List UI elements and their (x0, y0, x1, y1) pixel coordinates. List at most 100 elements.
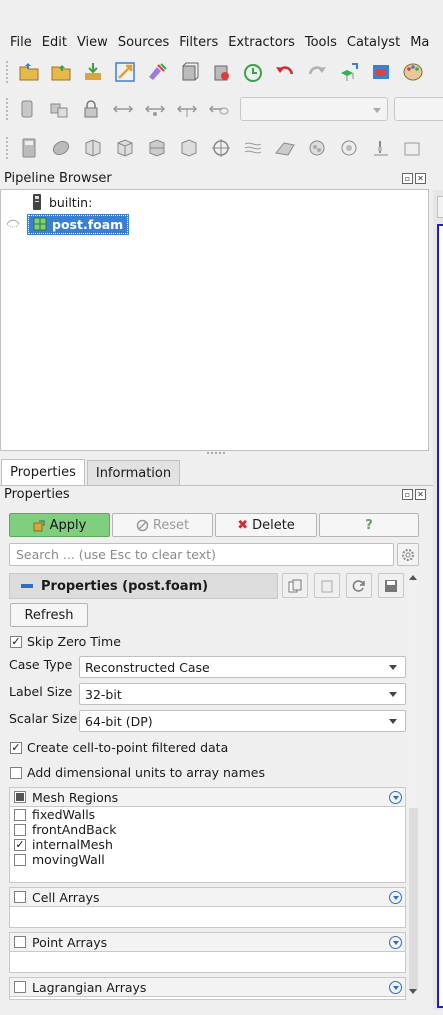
point-arrays-checkbox[interactable] (14, 936, 26, 948)
expand-icon[interactable] (389, 790, 402, 804)
scroll-up-icon[interactable] (409, 575, 417, 580)
toolbar-grip[interactable] (6, 137, 10, 159)
fixed-walls-checkbox[interactable] (14, 808, 26, 821)
close-icon[interactable]: ✕ (415, 173, 426, 184)
dimensional-units-checkbox[interactable] (10, 766, 22, 779)
cell-to-point-checkbox[interactable]: ✓ (10, 741, 22, 754)
screenshot-icon[interactable] (368, 59, 394, 85)
expand-icon[interactable] (389, 980, 402, 994)
redo-icon[interactable] (304, 59, 330, 85)
macro-icon[interactable] (176, 59, 202, 85)
cylinder-icon[interactable] (14, 96, 40, 122)
point-arrays-header[interactable]: Point Arrays (9, 932, 406, 952)
reset-camera-icon[interactable] (336, 59, 362, 85)
warp-icon[interactable] (272, 135, 298, 161)
advanced-settings-button[interactable] (397, 543, 419, 566)
cell-arrays-header[interactable]: Cell Arrays (9, 887, 406, 907)
extract-icon[interactable] (176, 135, 202, 161)
scrollbar-thumb[interactable] (409, 808, 418, 991)
probe-icon[interactable] (368, 135, 394, 161)
lagrangian-arrays-header[interactable]: Lagrangian Arrays (9, 977, 406, 997)
mesh-regions-partial-checkbox[interactable] (14, 791, 26, 803)
cell-arrays-checkbox[interactable] (14, 891, 26, 903)
case-type-select[interactable]: Reconstructed Case (79, 656, 406, 678)
lock-icon[interactable] (78, 96, 104, 122)
menu-view[interactable]: View (73, 35, 112, 50)
float-icon[interactable]: ▫ (402, 489, 413, 500)
tab-properties[interactable]: Properties (1, 459, 85, 485)
representation-select[interactable] (240, 97, 388, 121)
expand-icon[interactable] (389, 935, 402, 949)
restore-defaults-button[interactable] (346, 573, 372, 598)
eye-visibility-icon[interactable] (6, 219, 20, 229)
apply-button[interactable]: Apply (9, 513, 110, 537)
menu-edit[interactable]: Edit (38, 35, 71, 50)
list-item[interactable]: ✓ internalMesh (10, 837, 405, 852)
menu-catalyst[interactable]: Catalyst (343, 35, 404, 50)
label-size-select[interactable]: 32-bit (79, 683, 406, 705)
scalar-size-select[interactable]: 64-bit (DP) (79, 710, 406, 732)
coloring-select[interactable] (394, 97, 443, 121)
delete-macro-icon[interactable] (208, 59, 234, 85)
menu-tools[interactable]: Tools (301, 35, 341, 50)
skip-zero-time-checkbox[interactable]: ✓ (10, 635, 22, 648)
list-item[interactable]: movingWall (10, 852, 405, 867)
tree-item-post-foam[interactable]: post.foam (6, 213, 130, 235)
refresh-button[interactable]: Refresh (10, 603, 88, 627)
skip-zero-time-row[interactable]: ✓ Skip Zero Time (10, 634, 121, 649)
arrow-z-icon[interactable] (174, 96, 200, 122)
moving-wall-checkbox[interactable] (14, 853, 26, 866)
tree-item-builtin[interactable]: builtin: (31, 192, 92, 212)
arrow-x-icon[interactable] (110, 96, 136, 122)
delete-button[interactable]: ✖ Delete (215, 513, 317, 537)
front-and-back-checkbox[interactable] (14, 823, 26, 836)
menu-sources[interactable]: Sources (114, 35, 173, 50)
mesh-regions-header[interactable]: Mesh Regions (9, 787, 406, 807)
threshold-icon[interactable] (144, 135, 170, 161)
palette-icon[interactable] (400, 59, 426, 85)
clip-icon[interactable] (80, 135, 106, 161)
calculator-icon[interactable] (16, 135, 42, 161)
menu-file[interactable]: File (6, 35, 36, 50)
menu-extractors[interactable]: Extractors (224, 35, 299, 50)
list-item[interactable]: frontAndBack (10, 822, 405, 837)
load-state-icon[interactable] (48, 59, 74, 85)
render-view-frame[interactable] (437, 224, 443, 1008)
open-folder-icon[interactable] (16, 59, 42, 85)
save-data-icon[interactable] (80, 59, 106, 85)
close-icon[interactable]: ✕ (415, 489, 426, 500)
save-defaults-button[interactable] (378, 573, 404, 598)
extract-level-icon[interactable] (336, 135, 362, 161)
boxes-icon[interactable] (46, 96, 72, 122)
paste-properties-button[interactable] (314, 573, 340, 598)
lagrangian-arrays-checkbox[interactable] (14, 981, 26, 993)
copy-properties-button[interactable] (282, 573, 308, 598)
expand-icon[interactable] (389, 890, 402, 904)
splitter-handle[interactable] (207, 452, 225, 456)
glyph-icon[interactable] (208, 135, 234, 161)
undo-icon[interactable] (272, 59, 298, 85)
view-tab-edge[interactable] (437, 196, 443, 218)
stream-icon[interactable] (240, 135, 266, 161)
internal-mesh-checkbox[interactable]: ✓ (14, 838, 26, 851)
more-filters-icon[interactable] (400, 135, 426, 161)
cell-to-point-row[interactable]: ✓ Create cell-to-point filtered data (10, 740, 228, 755)
toolbar-grip[interactable] (6, 61, 10, 83)
list-item[interactable]: fixedWalls (10, 807, 405, 822)
slice-icon[interactable] (112, 135, 138, 161)
toolbar-grip[interactable] (6, 98, 8, 120)
connect-icon[interactable] (112, 59, 138, 85)
disconnect-icon[interactable] (144, 59, 170, 85)
dimensional-units-row[interactable]: Add dimensional units to array names (10, 765, 265, 780)
group-icon[interactable] (304, 135, 330, 161)
contour-icon[interactable] (48, 135, 74, 161)
scroll-down-icon[interactable] (409, 989, 417, 994)
float-icon[interactable]: ▫ (402, 173, 413, 184)
reset-button[interactable]: Reset (112, 513, 213, 537)
search-input[interactable] (9, 543, 394, 566)
eye-icon[interactable] (206, 96, 232, 122)
arrow-y-icon[interactable] (142, 96, 168, 122)
menu-macros[interactable]: Ma (406, 35, 433, 50)
help-button[interactable]: ? (319, 513, 419, 537)
tab-information[interactable]: Information (87, 460, 180, 486)
